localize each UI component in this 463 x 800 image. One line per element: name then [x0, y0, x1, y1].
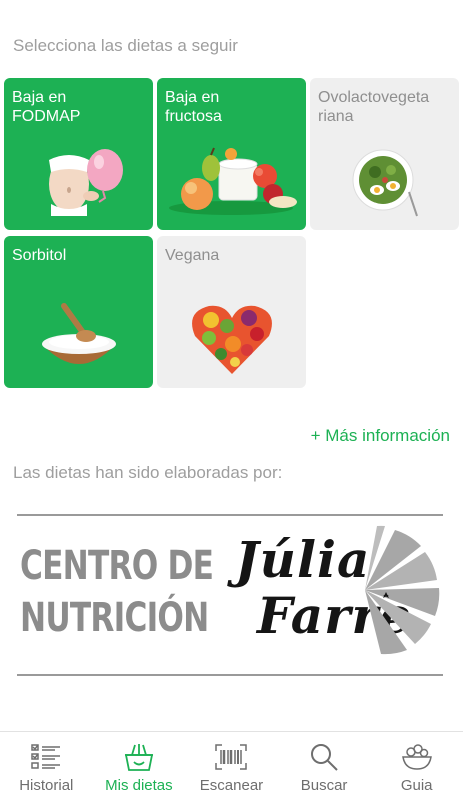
tab-mis-dietas[interactable]: Mis dietas [93, 732, 186, 800]
tab-label: Historial [19, 777, 74, 794]
grapefruit-slice-icon [365, 525, 440, 655]
tab-label: Mis dietas [105, 777, 173, 794]
logo-centro-de-nutricion: CENTRO DE NUTRICIÓN [20, 543, 214, 641]
food-bowl-icon [400, 741, 434, 773]
diet-card-fodmap[interactable]: Baja en FODMAP [4, 78, 153, 230]
woman-with-balloon-image [4, 136, 153, 224]
tab-buscar[interactable]: Buscar [278, 732, 371, 800]
barcode-icon [214, 741, 248, 773]
tab-label: Guia [400, 777, 433, 794]
tab-label: Buscar [300, 777, 348, 794]
diet-card-label: Baja en fructosa [165, 89, 222, 125]
logo-divider-top [17, 514, 443, 516]
tab-escanear[interactable]: Escanear [185, 732, 278, 800]
search-icon [307, 741, 341, 773]
diet-card-ovolactovegetariana[interactable]: Ovolactovegeta riana [310, 78, 459, 230]
diet-card-sorbitol[interactable]: Sorbitol [4, 236, 153, 388]
diet-card-vegana[interactable]: Vegana [157, 236, 306, 388]
basket-icon [122, 741, 156, 773]
diet-card-label: Baja en FODMAP [12, 89, 81, 125]
fruits-and-yogurt-image [157, 136, 306, 224]
diet-card-label: Ovolactovegeta riana [318, 89, 430, 125]
partner-logo: CENTRO DE NUTRICIÓN Júlia Farre [17, 514, 443, 677]
diet-card-fructosa[interactable]: Baja en fructosa [157, 78, 306, 230]
tab-historial[interactable]: Historial [0, 732, 93, 800]
credits-text: Las dietas han sido elaboradas por: [13, 463, 283, 482]
logo-divider-bottom [17, 674, 443, 676]
fruit-heart-image [157, 294, 306, 382]
salad-bowl-image [310, 136, 459, 224]
bottom-tab-bar: Historial Mis dietas Escanear Buscar Gui… [0, 731, 463, 800]
wooden-bowl-of-sugar-image [4, 294, 153, 382]
page-prompt: Selecciona las dietas a seguir [13, 36, 238, 55]
tab-label: Escanear [199, 777, 264, 794]
diet-card-label: Vegana [165, 247, 220, 264]
diet-card-label: Sorbitol [12, 247, 67, 264]
checklist-icon [29, 741, 63, 773]
more-info-link[interactable]: + Más información [311, 426, 450, 446]
tab-guia[interactable]: Guia [370, 732, 463, 800]
